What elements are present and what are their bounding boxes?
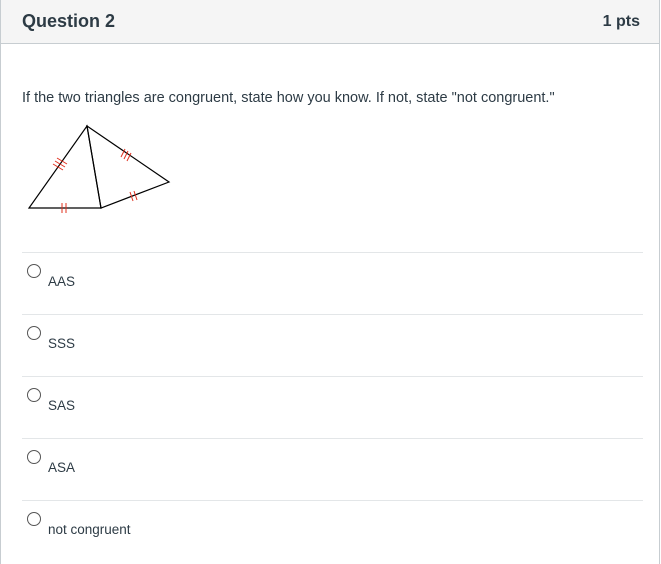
quiz-question-card: Question 2 1 pts If the two triangles ar… (0, 0, 660, 564)
question-prompt: If the two triangles are congruent, stat… (22, 90, 555, 106)
answer-option-sss[interactable]: SSS (22, 314, 643, 376)
answer-option-asa[interactable]: ASA (22, 438, 643, 500)
answer-option-sas[interactable]: SAS (22, 376, 643, 438)
answer-label: not congruent (48, 522, 131, 537)
radio-button[interactable] (27, 264, 41, 278)
radio-button[interactable] (27, 512, 41, 526)
answer-list: AAS SSS SAS ASA not congruent (22, 252, 643, 562)
answer-label: SAS (48, 398, 76, 413)
radio-button[interactable] (27, 388, 41, 402)
question-points: 1 pts (602, 12, 640, 30)
question-title: Question 2 (22, 11, 116, 31)
answer-label: SSS (48, 336, 76, 351)
triangles-figure (27, 124, 171, 213)
radio-button[interactable] (27, 450, 41, 464)
answer-option-not-congruent[interactable]: not congruent (22, 500, 643, 562)
answer-label: ASA (48, 460, 76, 475)
triangle-outlines (27, 124, 171, 209)
congruence-tick-marks (52, 148, 138, 213)
answer-label: AAS (48, 274, 76, 289)
radio-button[interactable] (27, 326, 41, 340)
answer-option-aas[interactable]: AAS (22, 252, 643, 314)
question-header: Question 2 1 pts (1, 0, 659, 44)
